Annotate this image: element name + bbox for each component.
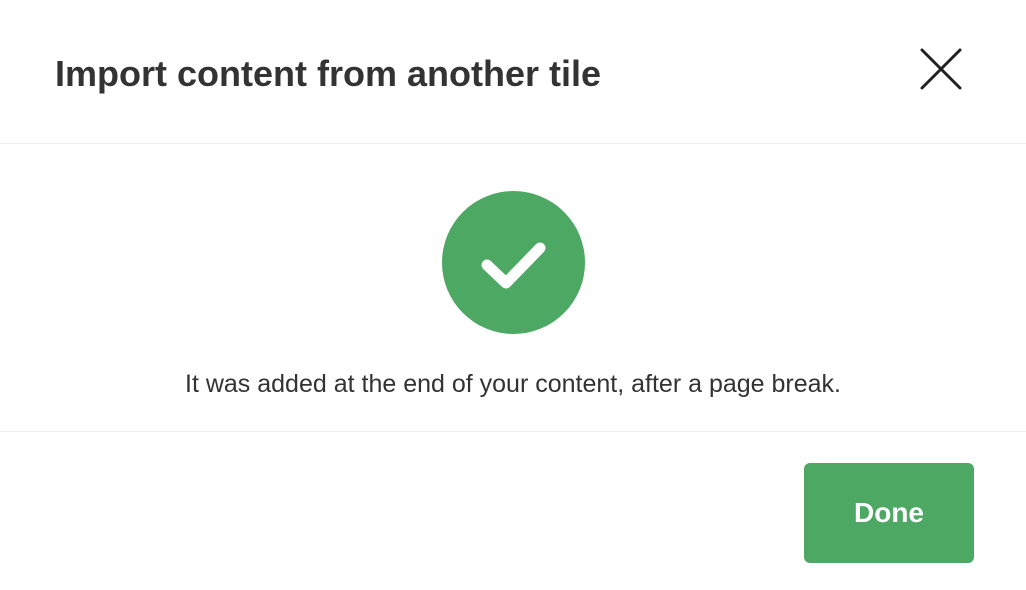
dialog-footer: Done: [0, 432, 1026, 590]
done-button[interactable]: Done: [804, 463, 974, 563]
success-message: It was added at the end of your content,…: [185, 370, 841, 398]
close-icon: [920, 48, 962, 90]
checkmark-icon: [481, 242, 546, 289]
dialog-body: It was added at the end of your content,…: [0, 144, 1026, 432]
close-button[interactable]: [912, 40, 970, 98]
import-content-dialog: Import content from another tile It was …: [0, 0, 1026, 590]
dialog-header: Import content from another tile: [0, 0, 1026, 144]
dialog-title: Import content from another tile: [55, 53, 602, 94]
success-badge: [442, 191, 585, 334]
